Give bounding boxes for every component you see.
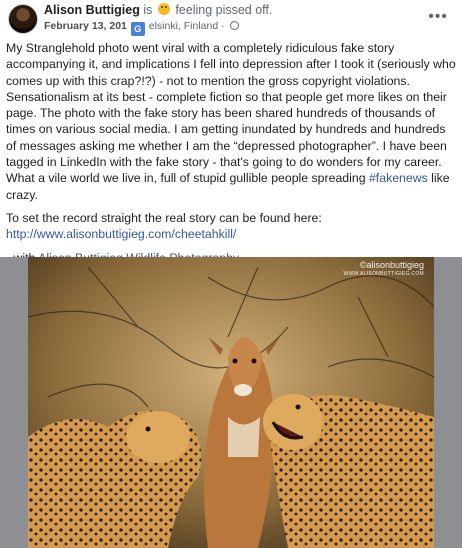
photo-watermark: ©alisonbuttigieg WWW.ALISONBUTTIGIEG.COM	[343, 261, 424, 279]
post-location[interactable]: elsinki, Finland	[149, 20, 218, 32]
post-date[interactable]: February 13, 201	[44, 20, 127, 32]
post-photo[interactable]: ©alisonbuttigieg WWW.ALISONBUTTIGIEG.COM	[28, 257, 434, 548]
post-body: My Stranglehold photo went viral with a …	[6, 40, 458, 273]
watermark-subtext: WWW.ALISONBUTTIGIEG.COM	[343, 271, 424, 277]
post-paragraph-1-text: My Stranglehold photo went viral with a …	[6, 41, 456, 186]
hashtag-link[interactable]: #fakenews	[369, 171, 428, 185]
avatar[interactable]	[8, 4, 38, 34]
more-options-button[interactable]: •••	[428, 8, 448, 26]
post-paragraph-2: To set the record straight the real stor…	[6, 210, 458, 243]
globe-icon	[229, 21, 239, 30]
post-paragraph-2-text: To set the record straight the real stor…	[6, 210, 322, 225]
post-header: Alison Buttigieg is feeling pissed off. …	[0, 0, 462, 40]
photo-frame: ©alisonbuttigieg WWW.ALISONBUTTIGIEG.COM	[0, 257, 462, 548]
cheetahs-impala-image	[28, 257, 434, 548]
author-line: Alison Buttigieg is feeling pissed off.	[44, 3, 272, 17]
story-link[interactable]: http://www.alisonbuttigieg.com/cheetahki…	[6, 227, 236, 241]
post-meta: February 13, 201 G elsinki, Finland ·	[44, 20, 239, 36]
author-name[interactable]: Alison Buttigieg	[44, 3, 140, 17]
is-text: is	[143, 3, 153, 17]
translate-icon[interactable]: G	[130, 22, 145, 36]
pissed-off-emoji-icon	[157, 3, 170, 15]
feeling-text: feeling pissed off.	[175, 3, 273, 17]
watermark-text: ©alisonbuttigieg	[359, 260, 424, 270]
post-paragraph-1: My Stranglehold photo went viral with a …	[6, 40, 458, 203]
